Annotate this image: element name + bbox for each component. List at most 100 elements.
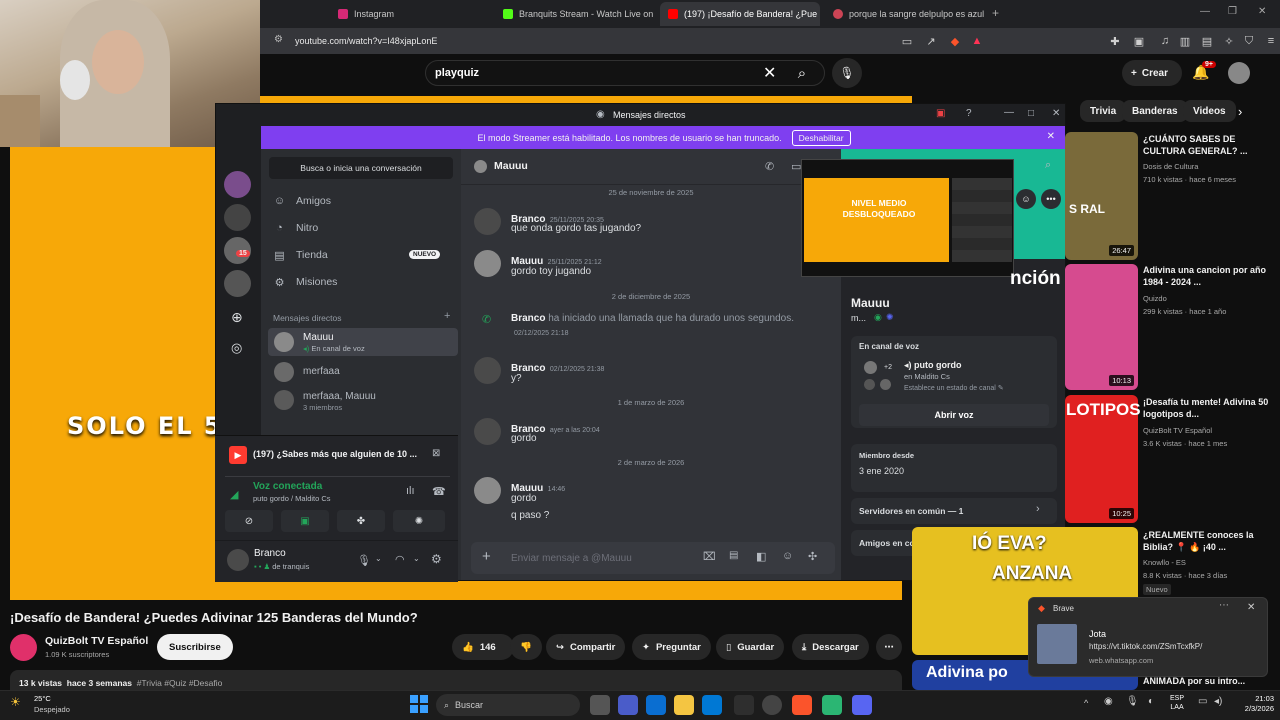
- message-input[interactable]: Enviar mensaje a @Mauuu: [511, 553, 632, 564]
- search-icon[interactable]: ⌕: [1045, 159, 1051, 172]
- chevron-down-icon[interactable]: ⌄: [413, 554, 420, 563]
- more-icon[interactable]: •••: [1041, 189, 1061, 209]
- gif-icon[interactable]: ▤: [729, 550, 738, 561]
- nav-friends[interactable]: ☺ Amigos: [273, 189, 331, 213]
- app-icon[interactable]: [822, 695, 842, 715]
- brave-icon[interactable]: [792, 695, 812, 715]
- discover-icon[interactable]: ◎: [231, 340, 242, 356]
- close-window-icon[interactable]: ✕: [1258, 6, 1266, 17]
- chevron-right-icon[interactable]: ›: [1238, 104, 1242, 119]
- call-icon[interactable]: ✆: [765, 160, 774, 173]
- extensions-icon[interactable]: ✚: [1108, 34, 1122, 48]
- tray-mic-icon[interactable]: 🎙: [1126, 696, 1139, 707]
- avatar[interactable]: [474, 477, 501, 504]
- voice-location[interactable]: puto gordo / Maldito Cs: [253, 494, 331, 503]
- save-button[interactable]: ▯ Guardar: [716, 634, 785, 660]
- screen-icon[interactable]: ⊠: [432, 448, 440, 459]
- activities-button[interactable]: ✤: [337, 510, 385, 532]
- activity-title[interactable]: (197) ¿Sabes más que alguien de 10 ...: [253, 449, 417, 459]
- recommendation-title[interactable]: ¿REALMENTE conoces la Biblia? 📍 🔥 ¡40 ..…: [1143, 530, 1273, 553]
- wallet-icon[interactable]: ▤: [1200, 34, 1214, 48]
- clear-search-icon[interactable]: ✕: [763, 63, 776, 83]
- tab-kick[interactable]: Branquits Stream - Watch Live on Ki: [495, 2, 655, 26]
- screen-share-button[interactable]: ▣: [281, 510, 329, 532]
- nav-quests[interactable]: ⚙ Misiones: [273, 270, 338, 294]
- channel-name[interactable]: QuizBolt TV Español: [45, 635, 148, 647]
- hashtags[interactable]: #Trivia #Quiz #Desafio: [137, 678, 223, 688]
- recommendation-thumbnail[interactable]: S RAL 26:47: [1065, 132, 1138, 260]
- minimize-icon[interactable]: —: [1200, 6, 1210, 17]
- server-icon[interactable]: [224, 270, 251, 297]
- app-icon[interactable]: [734, 695, 754, 715]
- screenshot-icon[interactable]: ▣: [1132, 34, 1146, 48]
- discord-icon[interactable]: [852, 695, 872, 715]
- tab-instagram[interactable]: Instagram: [330, 2, 490, 26]
- like-button[interactable]: 👍 146: [452, 634, 514, 660]
- vpn-icon[interactable]: ⛉: [1242, 34, 1256, 48]
- more-icon[interactable]: ⋯: [1219, 600, 1229, 611]
- microphone-icon[interactable]: 🎙: [832, 58, 862, 88]
- join-voice-button[interactable]: Abrir voz: [859, 404, 1049, 426]
- microphone-icon[interactable]: 🎙: [357, 554, 371, 567]
- temperature[interactable]: 25°C: [34, 694, 51, 703]
- sticker-icon[interactable]: ◧: [756, 550, 766, 563]
- share-button[interactable]: ↪ Compartir: [546, 634, 626, 660]
- gift-icon[interactable]: ⌧: [703, 550, 716, 563]
- brave-rewards-icon[interactable]: ▲: [970, 34, 984, 48]
- headphones-icon[interactable]: ◠: [395, 553, 405, 566]
- chip-videos[interactable]: Videos: [1183, 100, 1236, 122]
- camera-off-button[interactable]: ⊘: [225, 510, 273, 532]
- channel-avatar[interactable]: [10, 634, 37, 661]
- search-icon[interactable]: ⌕: [786, 58, 818, 88]
- disable-button[interactable]: Deshabilitar: [791, 129, 851, 146]
- close-icon[interactable]: ✕: [1052, 108, 1060, 119]
- help-icon[interactable]: ?: [966, 108, 972, 119]
- attach-icon[interactable]: +: [482, 548, 491, 565]
- add-server-icon[interactable]: ⊕: [231, 309, 243, 326]
- server-icon[interactable]: [224, 204, 251, 231]
- obs-icon[interactable]: [762, 695, 782, 715]
- avatar[interactable]: [1228, 62, 1250, 84]
- tray-app-icon[interactable]: ◉: [1104, 696, 1113, 707]
- chevron-down-icon[interactable]: ⌄: [375, 554, 382, 563]
- add-friend-icon[interactable]: ☺: [1016, 189, 1036, 209]
- download-button[interactable]: ⤓ Descargar: [792, 634, 869, 660]
- voice-status[interactable]: Establece un estado de canal ✎: [904, 384, 1004, 392]
- recommendation-channel[interactable]: Quizdo: [1143, 294, 1167, 304]
- site-info-icon[interactable]: ⚙: [274, 34, 283, 45]
- new-tab-icon[interactable]: +: [992, 6, 999, 20]
- recommendation-title[interactable]: ¡Desafía tu mente! Adivina 50 logotipos …: [1143, 397, 1273, 420]
- dislike-button[interactable]: 👎: [510, 634, 542, 660]
- menu-icon[interactable]: ≡: [1264, 34, 1278, 48]
- cast-icon[interactable]: ▭: [900, 34, 914, 48]
- brave-shield-icon[interactable]: ◆: [948, 34, 962, 48]
- common-servers-row[interactable]: Servidores en común — 1: [851, 498, 1057, 524]
- clock[interactable]: 21:03 2/3/2026: [1234, 694, 1274, 714]
- create-button[interactable]: + Crear: [1122, 60, 1182, 86]
- store-icon[interactable]: [702, 695, 722, 715]
- tray-chevron-icon[interactable]: ^: [1084, 698, 1088, 708]
- disconnect-icon[interactable]: ☎: [432, 485, 446, 498]
- language-indicator[interactable]: ESP LAA: [1170, 694, 1184, 712]
- tray-app-icon[interactable]: ◐: [1148, 696, 1154, 707]
- subscribe-button[interactable]: Suscribirse: [157, 634, 233, 660]
- file-explorer-icon[interactable]: [674, 695, 694, 715]
- avatar[interactable]: [474, 418, 501, 445]
- inbox-icon[interactable]: ▣: [936, 108, 945, 119]
- minimize-icon[interactable]: —: [1004, 107, 1014, 118]
- more-actions-button[interactable]: ⋯: [876, 634, 902, 660]
- ask-button[interactable]: ✦ Preguntar: [632, 634, 711, 660]
- avatar[interactable]: [474, 208, 501, 235]
- sidebar-icon[interactable]: ▥: [1178, 34, 1192, 48]
- message-author[interactable]: Branco: [511, 313, 545, 324]
- copilot-icon[interactable]: [618, 695, 638, 715]
- avatar[interactable]: [227, 549, 249, 571]
- screen-share-preview[interactable]: NIVEL MEDIO DESBLOQUEADO: [801, 159, 1014, 277]
- recommendation-thumbnail[interactable]: 10:13: [1065, 264, 1138, 390]
- chip-banderas[interactable]: Banderas: [1122, 100, 1188, 122]
- dm-name[interactable]: merfaaa: [303, 366, 340, 377]
- avatar[interactable]: [474, 250, 501, 277]
- close-icon[interactable]: ✕: [1247, 602, 1255, 613]
- avatar[interactable]: [274, 390, 294, 410]
- video-call-icon[interactable]: ▭: [791, 160, 801, 173]
